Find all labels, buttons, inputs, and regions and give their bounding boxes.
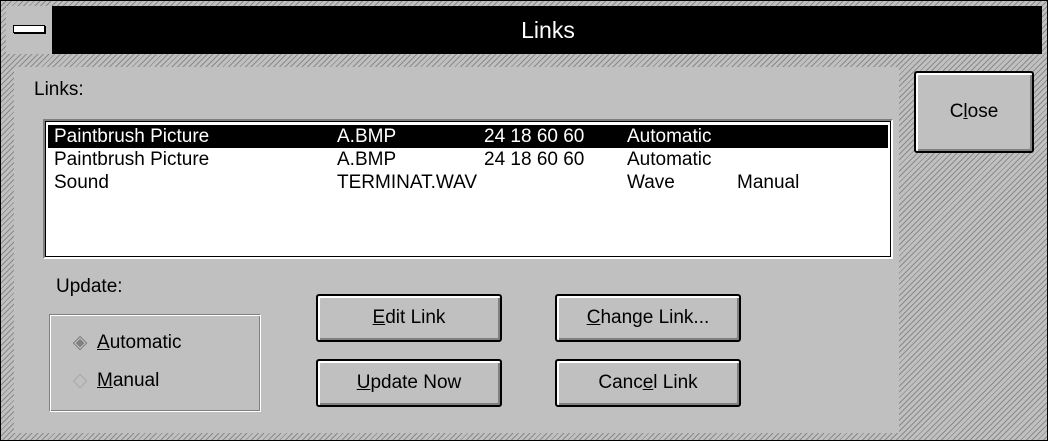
links-dialog: Links Links: Paintbrush Picture A.BMP 24… <box>0 0 1048 441</box>
link-file: A.BMP <box>337 126 397 147</box>
close-button[interactable]: Close <box>914 71 1034 153</box>
link-file: A.BMP <box>337 149 397 170</box>
update-group: ◈ Automatic ◇ Manual <box>49 314 261 412</box>
title-bar[interactable]: Links <box>6 6 1042 54</box>
automatic-radio-label: Automatic <box>97 332 182 353</box>
system-menu-bar <box>13 25 45 33</box>
link-file: TERMINAT.WAV <box>337 172 478 193</box>
link-type: Wave <box>627 172 675 193</box>
link-type: Automatic <box>627 149 712 170</box>
link-item: 24 18 60 60 <box>484 149 585 170</box>
manual-radio-label: Manual <box>97 370 160 391</box>
edit-link-button[interactable]: Edit Link <box>316 294 502 342</box>
links-list[interactable]: Paintbrush Picture A.BMP 24 18 60 60 Aut… <box>43 119 893 259</box>
update-label: Update: <box>56 276 123 297</box>
update-now-button[interactable]: Update Now <box>316 359 502 407</box>
link-type: Automatic <box>627 126 712 147</box>
link-source: Sound <box>54 172 109 193</box>
link-update: Manual <box>737 172 800 193</box>
links-panel: Links: Paintbrush Picture A.BMP 24 18 60… <box>14 67 899 433</box>
link-item: 24 18 60 60 <box>484 126 585 147</box>
cancel-link-button[interactable]: Cancel Link <box>555 359 741 407</box>
system-menu-icon[interactable] <box>6 6 54 54</box>
link-source: Paintbrush Picture <box>54 149 210 170</box>
links-label: Links: <box>34 79 84 100</box>
list-item[interactable]: Sound TERMINAT.WAV Wave Manual <box>48 171 888 194</box>
list-item[interactable]: Paintbrush Picture A.BMP 24 18 60 60 Aut… <box>48 148 888 171</box>
change-link-button[interactable]: Change Link... <box>555 294 741 342</box>
radio-selected-icon: ◈ <box>72 332 88 353</box>
link-source: Paintbrush Picture <box>54 126 210 147</box>
list-item[interactable]: Paintbrush Picture A.BMP 24 18 60 60 Aut… <box>48 125 888 148</box>
radio-unselected-icon: ◇ <box>72 370 88 391</box>
window-title: Links <box>521 17 575 43</box>
